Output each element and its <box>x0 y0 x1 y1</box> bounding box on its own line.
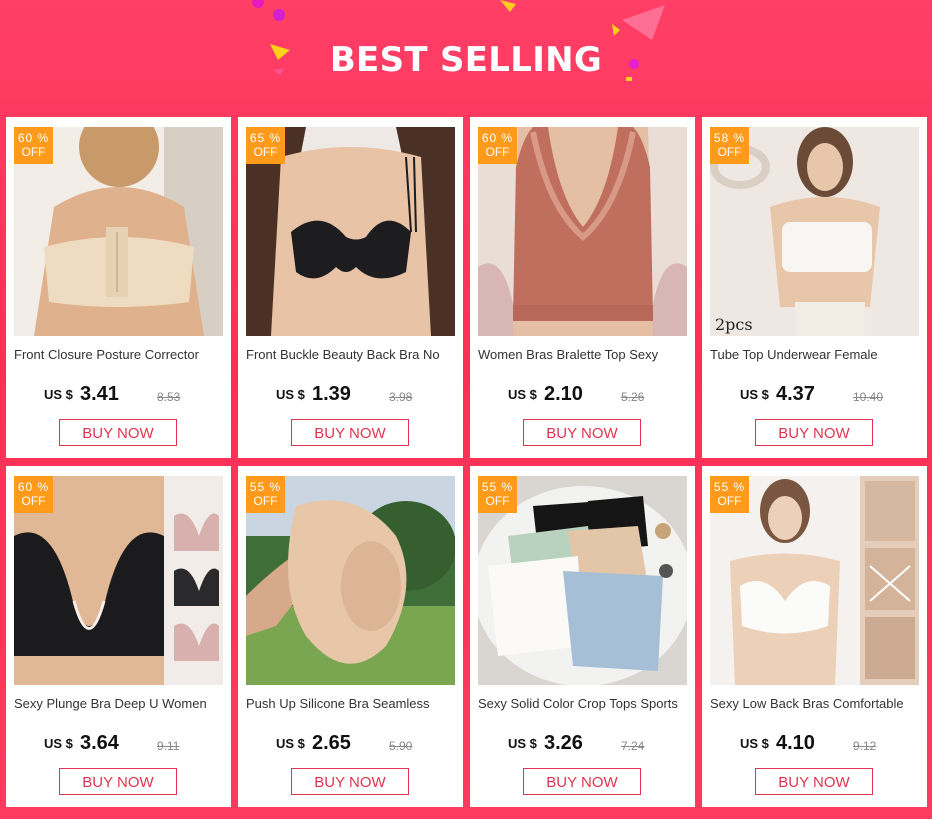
buy-now-button[interactable]: BUY NOW <box>291 768 409 795</box>
product-card[interactable]: 55 % OFF Sexy Solid Color Crop Tops Spor… <box>470 466 695 807</box>
currency-label: US $ <box>508 387 537 402</box>
buy-now-button[interactable]: BUY NOW <box>523 768 641 795</box>
original-price: 7.24 <box>621 739 645 753</box>
product-card[interactable]: 60 % OFF Front Closure Posture Corrector… <box>6 117 231 458</box>
product-image[interactable]: 60 % OFF <box>14 127 223 336</box>
price-row: US $ 2.10 5.26 <box>508 383 693 409</box>
product-card[interactable]: 60 % OFF Sexy Plunge Bra Deep U Women US… <box>6 466 231 807</box>
banner-title: BEST SELLING <box>329 40 603 80</box>
currency-label: US $ <box>276 736 305 751</box>
product-title[interactable]: Sexy Low Back Bras Comfortable <box>710 696 921 711</box>
discount-badge: 60 % OFF <box>14 476 53 513</box>
price-row: US $ 1.39 3.98 <box>276 383 461 409</box>
discount-badge: 55 % OFF <box>478 476 517 513</box>
product-title[interactable]: Women Bras Bralette Top Sexy <box>478 347 689 362</box>
product-image[interactable]: 55 % OFF <box>710 476 919 685</box>
price-row: US $ 3.64 9.11 <box>44 732 229 758</box>
buy-now-button[interactable]: BUY NOW <box>59 768 177 795</box>
price-row: US $ 3.41 8.53 <box>44 383 229 409</box>
product-card[interactable]: 60 % OFF Women Bras Bralette Top Sexy US… <box>470 117 695 458</box>
buy-now-button[interactable]: BUY NOW <box>755 768 873 795</box>
discount-badge: 60 % OFF <box>478 127 517 164</box>
current-price: 3.64 <box>80 732 119 754</box>
product-image[interactable]: 55 % OFF <box>478 476 687 685</box>
current-price: 4.10 <box>776 732 815 754</box>
original-price: 5.26 <box>621 390 645 404</box>
original-price: 5.90 <box>389 739 413 753</box>
original-price: 8.53 <box>157 390 181 404</box>
current-price: 2.65 <box>312 732 351 754</box>
image-caption: 2pcs <box>715 315 753 334</box>
discount-badge: 65 % OFF <box>246 127 285 164</box>
original-price: 10.40 <box>853 390 884 404</box>
price-row: US $ 4.37 10.40 <box>740 383 925 409</box>
price-row: US $ 2.65 5.90 <box>276 732 461 758</box>
product-image[interactable]: 60 % OFF <box>478 127 687 336</box>
buy-now-button[interactable]: BUY NOW <box>523 419 641 446</box>
product-card[interactable]: 2pcs 58 % OFF Tube Top Underwear Female … <box>702 117 927 458</box>
product-title[interactable]: Front Buckle Beauty Back Bra No <box>246 347 457 362</box>
price-row: US $ 3.26 7.24 <box>508 732 693 758</box>
discount-badge: 55 % OFF <box>710 476 749 513</box>
product-image[interactable]: 65 % OFF <box>246 127 455 336</box>
current-price: 4.37 <box>776 383 815 405</box>
product-title[interactable]: Sexy Solid Color Crop Tops Sports <box>478 696 689 711</box>
buy-now-button[interactable]: BUY NOW <box>291 419 409 446</box>
currency-label: US $ <box>276 387 305 402</box>
product-image[interactable]: 2pcs 58 % OFF <box>710 127 919 336</box>
current-price: 3.26 <box>544 732 583 754</box>
product-title[interactable]: Push Up Silicone Bra Seamless <box>246 696 457 711</box>
original-price: 3.98 <box>389 390 413 404</box>
product-card[interactable]: 55 % OFF Sexy Low Back Bras Comfortable … <box>702 466 927 807</box>
current-price: 2.10 <box>544 383 583 405</box>
current-price: 1.39 <box>312 383 351 405</box>
product-title[interactable]: Front Closure Posture Corrector <box>14 347 225 362</box>
product-title[interactable]: Tube Top Underwear Female <box>710 347 921 362</box>
product-card[interactable]: 65 % OFF Front Buckle Beauty Back Bra No… <box>238 117 463 458</box>
product-card[interactable]: 55 % OFF Push Up Silicone Bra Seamless U… <box>238 466 463 807</box>
product-title[interactable]: Sexy Plunge Bra Deep U Women <box>14 696 225 711</box>
currency-label: US $ <box>44 736 73 751</box>
currency-label: US $ <box>508 736 537 751</box>
original-price: 9.11 <box>157 739 180 753</box>
discount-badge: 55 % OFF <box>246 476 285 513</box>
current-price: 3.41 <box>80 383 119 405</box>
product-image[interactable]: 60 % OFF <box>14 476 223 685</box>
buy-now-button[interactable]: BUY NOW <box>755 419 873 446</box>
product-image[interactable]: 55 % OFF <box>246 476 455 685</box>
currency-label: US $ <box>740 736 769 751</box>
buy-now-button[interactable]: BUY NOW <box>59 419 177 446</box>
banner: BEST SELLING <box>0 0 932 115</box>
discount-badge: 58 % OFF <box>710 127 749 164</box>
currency-label: US $ <box>44 387 73 402</box>
original-price: 9.12 <box>853 739 877 753</box>
currency-label: US $ <box>740 387 769 402</box>
discount-badge: 60 % OFF <box>14 127 53 164</box>
price-row: US $ 4.10 9.12 <box>740 732 925 758</box>
